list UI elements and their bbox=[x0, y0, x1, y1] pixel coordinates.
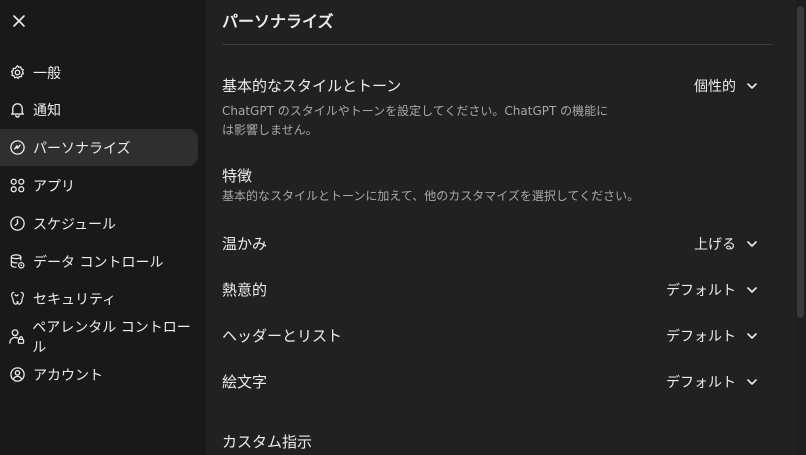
sidebar-item-apps[interactable]: アプリ bbox=[0, 167, 198, 204]
sidebar-item-label: スケジュール bbox=[33, 216, 117, 233]
sidebar-item-label: セキュリティ bbox=[33, 291, 117, 308]
sidebar-item-label: パーソナライズ bbox=[33, 140, 131, 157]
sidebar-item-label: データ コントロール bbox=[33, 254, 164, 271]
features-description: 基本的なスタイルとトーンに加えて、他のカスタマイズを選択してください。 bbox=[222, 189, 640, 203]
chevron-down-icon bbox=[747, 241, 757, 247]
page-title: パーソナライズ bbox=[222, 12, 334, 31]
gear-icon bbox=[8, 64, 26, 82]
base-style-label: 基本的なスタイルとトーン bbox=[222, 77, 402, 95]
sidebar-item-parental-controls[interactable]: ペアレンタル コントロール bbox=[0, 318, 198, 356]
close-button[interactable] bbox=[8, 10, 30, 32]
account-icon bbox=[8, 366, 26, 384]
sidebar-item-general[interactable]: 一般 bbox=[0, 54, 198, 91]
settings-panel: パーソナライズ 基本的なスタイルとトーン 個性的 ChatGPT のスタイルやト… bbox=[206, 0, 796, 455]
base-style-dropdown[interactable]: 個性的 bbox=[694, 76, 758, 96]
sidebar-item-security[interactable]: セキュリティ bbox=[0, 280, 198, 317]
emoji-dropdown[interactable]: デフォルト bbox=[666, 372, 758, 392]
chevron-down-icon bbox=[747, 379, 757, 385]
dropdown-value: デフォルト bbox=[666, 329, 736, 345]
sidebar-item-label: 一般 bbox=[33, 65, 61, 82]
security-icon bbox=[8, 290, 26, 308]
sidebar-item-label: アカウント bbox=[33, 367, 103, 384]
description-line: は影響しません。 bbox=[222, 123, 318, 137]
dropdown-value: 上げる bbox=[694, 237, 736, 253]
enthusiasm-label: 熱意的 bbox=[222, 281, 268, 299]
sidebar-item-label: アプリ bbox=[33, 178, 75, 195]
dropdown-value: 個性的 bbox=[694, 79, 736, 95]
sidebar-item-data-controls[interactable]: データ コントロール bbox=[0, 243, 198, 280]
sidebar-item-personalize[interactable]: パーソナライズ bbox=[0, 129, 198, 166]
chevron-down-icon bbox=[747, 83, 757, 89]
clock-icon bbox=[8, 215, 26, 233]
headers-lists-dropdown[interactable]: デフォルト bbox=[666, 326, 758, 346]
database-gear-icon bbox=[8, 253, 26, 271]
personalize-icon bbox=[8, 139, 26, 157]
chevron-down-icon bbox=[747, 333, 757, 339]
dropdown-value: デフォルト bbox=[666, 283, 736, 299]
scrollbar-thumb[interactable] bbox=[797, 6, 804, 318]
headers-lists-label: ヘッダーとリスト bbox=[222, 327, 343, 345]
warmth-label: 温かみ bbox=[222, 235, 268, 253]
enthusiasm-dropdown[interactable]: デフォルト bbox=[666, 280, 758, 300]
chevron-down-icon bbox=[747, 287, 757, 293]
person-lock-icon bbox=[8, 328, 25, 346]
custom-instructions-label: カスタム指示 bbox=[222, 433, 313, 451]
sidebar-item-account[interactable]: アカウント bbox=[0, 356, 198, 393]
sidebar-item-schedule[interactable]: スケジュール bbox=[0, 205, 198, 242]
description-line: ChatGPT のスタイルやトーンを設定してください。ChatGPT の機能に bbox=[222, 104, 609, 118]
close-icon bbox=[13, 15, 25, 27]
warmth-dropdown[interactable]: 上げる bbox=[694, 234, 758, 254]
features-label: 特徴 bbox=[222, 167, 253, 185]
sidebar-item-notifications[interactable]: 通知 bbox=[0, 91, 198, 128]
bell-icon bbox=[8, 101, 26, 119]
sidebar-item-label: 通知 bbox=[33, 102, 61, 119]
apps-icon bbox=[8, 177, 26, 195]
base-style-description: ChatGPT のスタイルやトーンを設定してください。ChatGPT の機能に … bbox=[222, 102, 608, 140]
title-divider bbox=[222, 44, 773, 45]
dropdown-value: デフォルト bbox=[666, 375, 736, 391]
emoji-label: 絵文字 bbox=[222, 373, 268, 391]
sidebar: 一般 通知 パーソナライズ アプリ スケジュール データ コントロール セキュリ… bbox=[0, 0, 206, 455]
sidebar-item-label: ペアレンタル コントロール bbox=[32, 319, 191, 356]
